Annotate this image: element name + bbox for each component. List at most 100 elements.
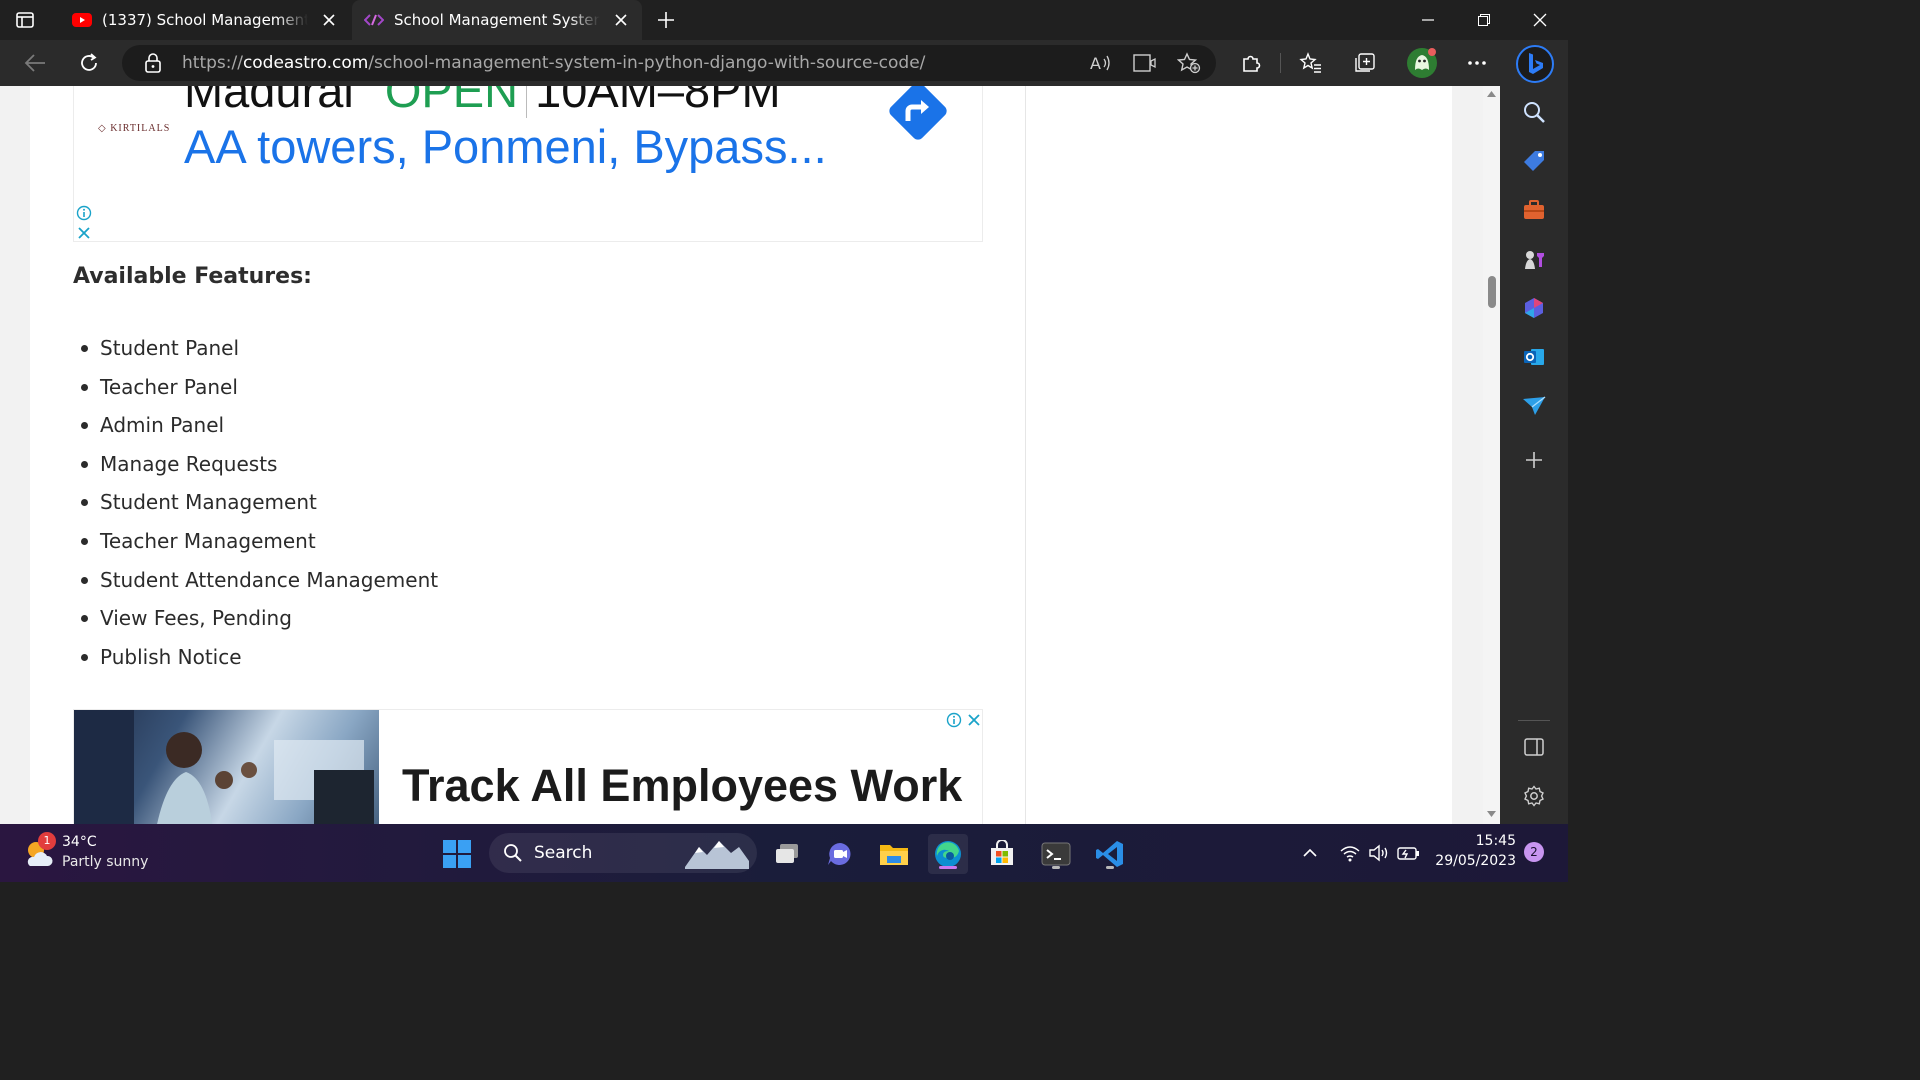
ad-brand-logo: ◇ KIRTILALS [98,123,171,134]
shopping-tag-icon[interactable] [1520,147,1548,175]
notification-badge[interactable]: 2 [1524,842,1544,862]
toolbar-divider [1280,53,1281,73]
close-tab-icon[interactable] [608,7,634,33]
tab-actions-icon[interactable] [14,9,36,31]
refresh-button[interactable] [74,48,104,78]
running-app-indicator [1052,866,1060,869]
features-list: Student Panel Teacher Panel Admin Panel … [80,329,438,676]
show-hidden-icons-chevron[interactable] [1298,841,1322,865]
ad-office-photo [74,710,379,824]
clock-date: 29/05/2023 [1435,853,1516,869]
clock-time: 15:45 [1475,833,1516,849]
scroll-up-icon[interactable] [1486,90,1497,98]
ad-address[interactable]: AA towers, Ponmeni, Bypass... [184,119,827,174]
system-clock[interactable]: 15:45 29/05/2023 [1430,833,1516,873]
svg-text:A: A [1090,54,1101,73]
wifi-icon[interactable] [1338,841,1362,865]
taskbar-search[interactable]: Search [489,833,757,873]
vscode-icon[interactable] [1090,834,1130,874]
list-item: Teacher Management [80,522,438,561]
vertical-scrollbar[interactable] [1483,86,1500,824]
ad-city: Madurai [184,86,354,117]
browser-toolbar: https://codeastro.com/school-management-… [0,40,1568,86]
extensions-icon[interactable] [1236,48,1266,78]
start-button[interactable] [437,834,477,874]
tab-title: (1337) School Management System [102,11,308,29]
codeastro-icon [364,10,384,30]
lock-icon[interactable] [144,53,162,77]
terminal-icon[interactable] [1036,834,1076,874]
games-chess-icon[interactable] [1520,245,1548,273]
list-item: Manage Requests [80,445,438,484]
hide-sidebar-icon[interactable] [1520,733,1548,761]
ad-hours: 10AM–8PM [535,86,781,117]
search-highlight-image [685,837,749,869]
list-item: Publish Notice [80,638,438,677]
list-item: Student Attendance Management [80,561,438,600]
sidebar-divider [1518,720,1550,721]
sidebar-settings-icon[interactable] [1520,782,1548,810]
more-options-icon[interactable] [1462,48,1492,78]
ad-separator [526,86,528,118]
ad-info-icon[interactable] [946,712,962,732]
bing-copilot-icon[interactable] [1515,44,1555,84]
edge-browser-icon[interactable] [928,834,968,874]
volume-icon[interactable] [1367,841,1391,865]
restore-button[interactable] [1456,0,1512,40]
url-text: https://codeastro.com/school-management-… [182,53,926,73]
teams-chat-icon[interactable] [820,834,860,874]
scrollbar-thumb[interactable] [1488,276,1496,308]
youtube-icon [72,10,92,30]
ad-info-icon[interactable] [76,205,92,221]
add-sidebar-app-icon[interactable] [1520,446,1548,474]
list-item: View Fees, Pending [80,599,438,638]
ad-close-icon[interactable] [76,225,92,241]
add-favorite-icon[interactable] [1174,48,1204,78]
file-explorer-icon[interactable] [874,834,914,874]
ad-store-line: Madurai OPEN 10AM–8PM [184,86,781,118]
search-icon [503,843,523,868]
features-heading: Available Features: [73,264,312,289]
active-app-indicator [939,866,957,869]
search-label: Search [534,843,593,863]
ad-close-icon[interactable] [966,712,982,732]
edge-sidebar [1500,86,1568,824]
ad-controls [946,712,982,732]
minimize-button[interactable] [1400,0,1456,40]
send-icon[interactable] [1520,392,1548,420]
tab-title: School Management System in Python [394,11,600,29]
bottom-advertisement[interactable]: Track All Employees Work [73,709,983,824]
task-view-button[interactable] [767,834,807,874]
immersive-reader-icon[interactable] [1130,48,1160,78]
directions-icon[interactable] [886,86,950,143]
collections-icon[interactable] [1350,48,1380,78]
new-tab-button[interactable] [652,6,680,34]
profile-avatar[interactable] [1404,45,1440,81]
browser-tab-bar: (1337) School Management System School M… [0,0,1568,40]
weather-temperature: 34°C [62,834,97,850]
ad-open-status: OPEN [384,86,519,117]
battery-icon[interactable] [1397,841,1421,865]
microsoft-store-icon[interactable] [982,834,1022,874]
list-item: Student Management [80,483,438,522]
tools-briefcase-icon[interactable] [1520,196,1548,224]
ad-headline[interactable]: Track All Employees Work [402,760,962,812]
read-aloud-icon[interactable]: A [1086,48,1116,78]
tab-youtube[interactable]: (1337) School Management System [60,0,350,40]
address-bar[interactable]: https://codeastro.com/school-management-… [122,45,1216,81]
outlook-icon[interactable] [1520,343,1548,371]
windows-taskbar: 1 34°C Partly sunny Search 15:45 29/05/2… [0,824,1568,882]
microsoft-365-icon[interactable] [1520,294,1548,322]
scroll-down-icon[interactable] [1486,810,1497,818]
close-window-button[interactable] [1512,0,1568,40]
list-item: Teacher Panel [80,368,438,407]
page-sidebar [1025,86,1452,824]
favorites-icon[interactable] [1296,48,1326,78]
tab-codeastro[interactable]: School Management System in Python [352,0,642,40]
list-item: Admin Panel [80,406,438,445]
close-tab-icon[interactable] [316,7,342,33]
search-icon[interactable] [1520,98,1548,126]
back-button[interactable] [20,48,50,78]
weather-alert-badge: 1 [38,832,56,850]
top-advertisement[interactable]: ◇ KIRTILALS Madurai OPEN 10AM–8PM AA towe… [73,86,983,242]
